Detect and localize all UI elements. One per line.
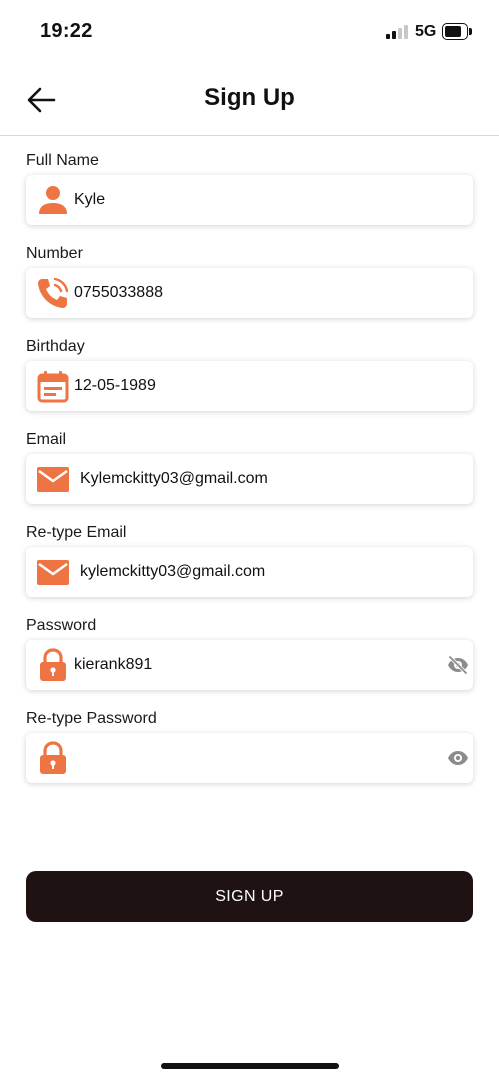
email-box [26, 454, 473, 504]
retype-password-field: Re-type Password [26, 709, 473, 783]
password-field: Password [26, 616, 473, 690]
number-box [26, 268, 473, 318]
phone-icon [38, 277, 69, 308]
birthday-label: Birthday [26, 338, 85, 355]
mail-icon [37, 467, 69, 492]
email-field: Email [26, 430, 473, 504]
person-icon [39, 186, 67, 214]
email-label: Email [26, 431, 67, 448]
eye-icon[interactable] [447, 747, 469, 769]
email-input[interactable] [80, 454, 433, 504]
retype-email-field: Re-type Email [26, 523, 473, 597]
number-label: Number [26, 245, 83, 262]
retype-email-box [26, 547, 473, 597]
number-input[interactable] [74, 268, 433, 318]
status-time: 19:22 [40, 20, 93, 42]
network-type: 5G [415, 23, 437, 40]
retype-password-input[interactable] [74, 733, 433, 783]
birthday-box [26, 361, 473, 411]
full-name-field: Full Name [26, 151, 473, 225]
retype-email-label: Re-type Email [26, 524, 127, 541]
mail-icon [37, 560, 69, 585]
status-bar: 19:22 5G [0, 0, 499, 62]
sign-up-button[interactable]: SIGN UP [26, 871, 473, 922]
birthday-input[interactable] [74, 361, 433, 411]
full-name-input[interactable] [74, 175, 433, 225]
page-title: Sign Up [204, 84, 295, 111]
eye-off-icon[interactable] [447, 654, 469, 676]
header: Sign Up [0, 62, 499, 136]
full-name-label: Full Name [26, 152, 99, 169]
password-box [26, 640, 473, 690]
lock-icon [40, 741, 66, 774]
battery-icon [442, 23, 472, 40]
number-field: Number [26, 244, 473, 318]
lock-icon [40, 648, 66, 681]
retype-email-input[interactable] [80, 547, 433, 597]
calendar-icon [37, 371, 69, 403]
full-name-box [26, 175, 473, 225]
home-indicator [161, 1063, 339, 1069]
retype-password-label: Re-type Password [26, 710, 157, 727]
birthday-field: Birthday [26, 337, 473, 411]
password-input[interactable] [74, 640, 433, 690]
password-label: Password [26, 617, 97, 634]
cellular-signal-icon [386, 25, 408, 39]
retype-password-box [26, 733, 473, 783]
